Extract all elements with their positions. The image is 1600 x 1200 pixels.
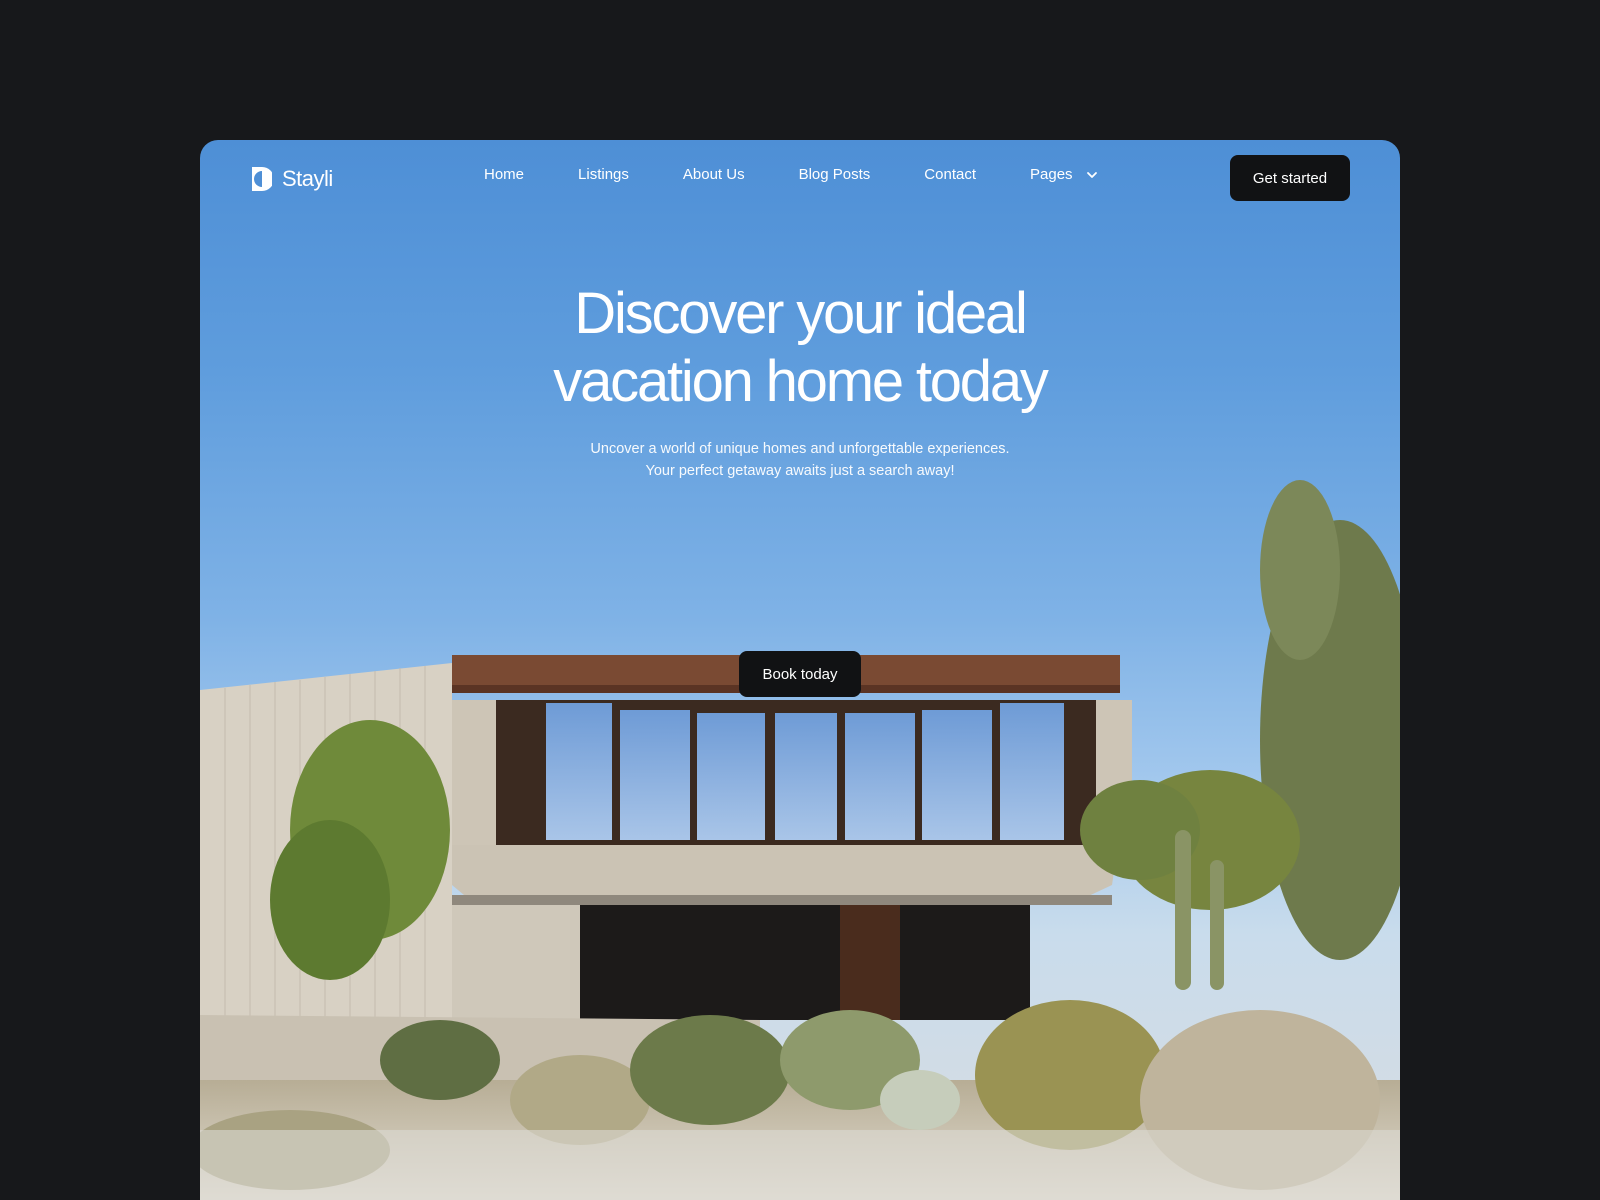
hero-title-line: vacation home today: [553, 349, 1049, 414]
half-circle-logo-icon: [252, 167, 272, 191]
nav-item-home[interactable]: Home: [484, 166, 524, 183]
nav-item-listings[interactable]: Listings: [578, 166, 629, 183]
top-navigation: Stayli Home Listings About Us Blog Posts…: [200, 140, 1400, 220]
chevron-down-icon: [1086, 171, 1097, 178]
book-today-button[interactable]: Book today: [739, 651, 861, 697]
get-started-button[interactable]: Get started: [1230, 155, 1350, 201]
brand-logo[interactable]: Stayli: [250, 164, 333, 194]
nav-item-pages-label: Pages: [1030, 166, 1073, 183]
nav-item-contact[interactable]: Contact: [924, 166, 976, 183]
nav-item-about-us[interactable]: About Us: [683, 166, 745, 183]
nav-item-pages-dropdown[interactable]: Pages: [1030, 166, 1099, 183]
hero-subtitle: Uncover a world of unique homes and unfo…: [200, 438, 1400, 482]
hero-title: Discover your ideal vacation home today: [200, 280, 1400, 416]
hero-subtitle-line: Uncover a world of unique homes and unfo…: [590, 441, 1010, 457]
hero-section: Discover your ideal vacation home today …: [200, 280, 1400, 697]
hero-title-line: Discover your ideal: [574, 281, 1028, 346]
hero-subtitle-line: Your perfect getaway awaits just a searc…: [645, 463, 955, 479]
nav-item-blog-posts[interactable]: Blog Posts: [799, 166, 871, 183]
brand-name: Stayli: [282, 166, 333, 191]
main-menu: Home Listings About Us Blog Posts Contac…: [484, 166, 1099, 183]
browser-frame: Stayli Home Listings About Us Blog Posts…: [200, 140, 1400, 1200]
